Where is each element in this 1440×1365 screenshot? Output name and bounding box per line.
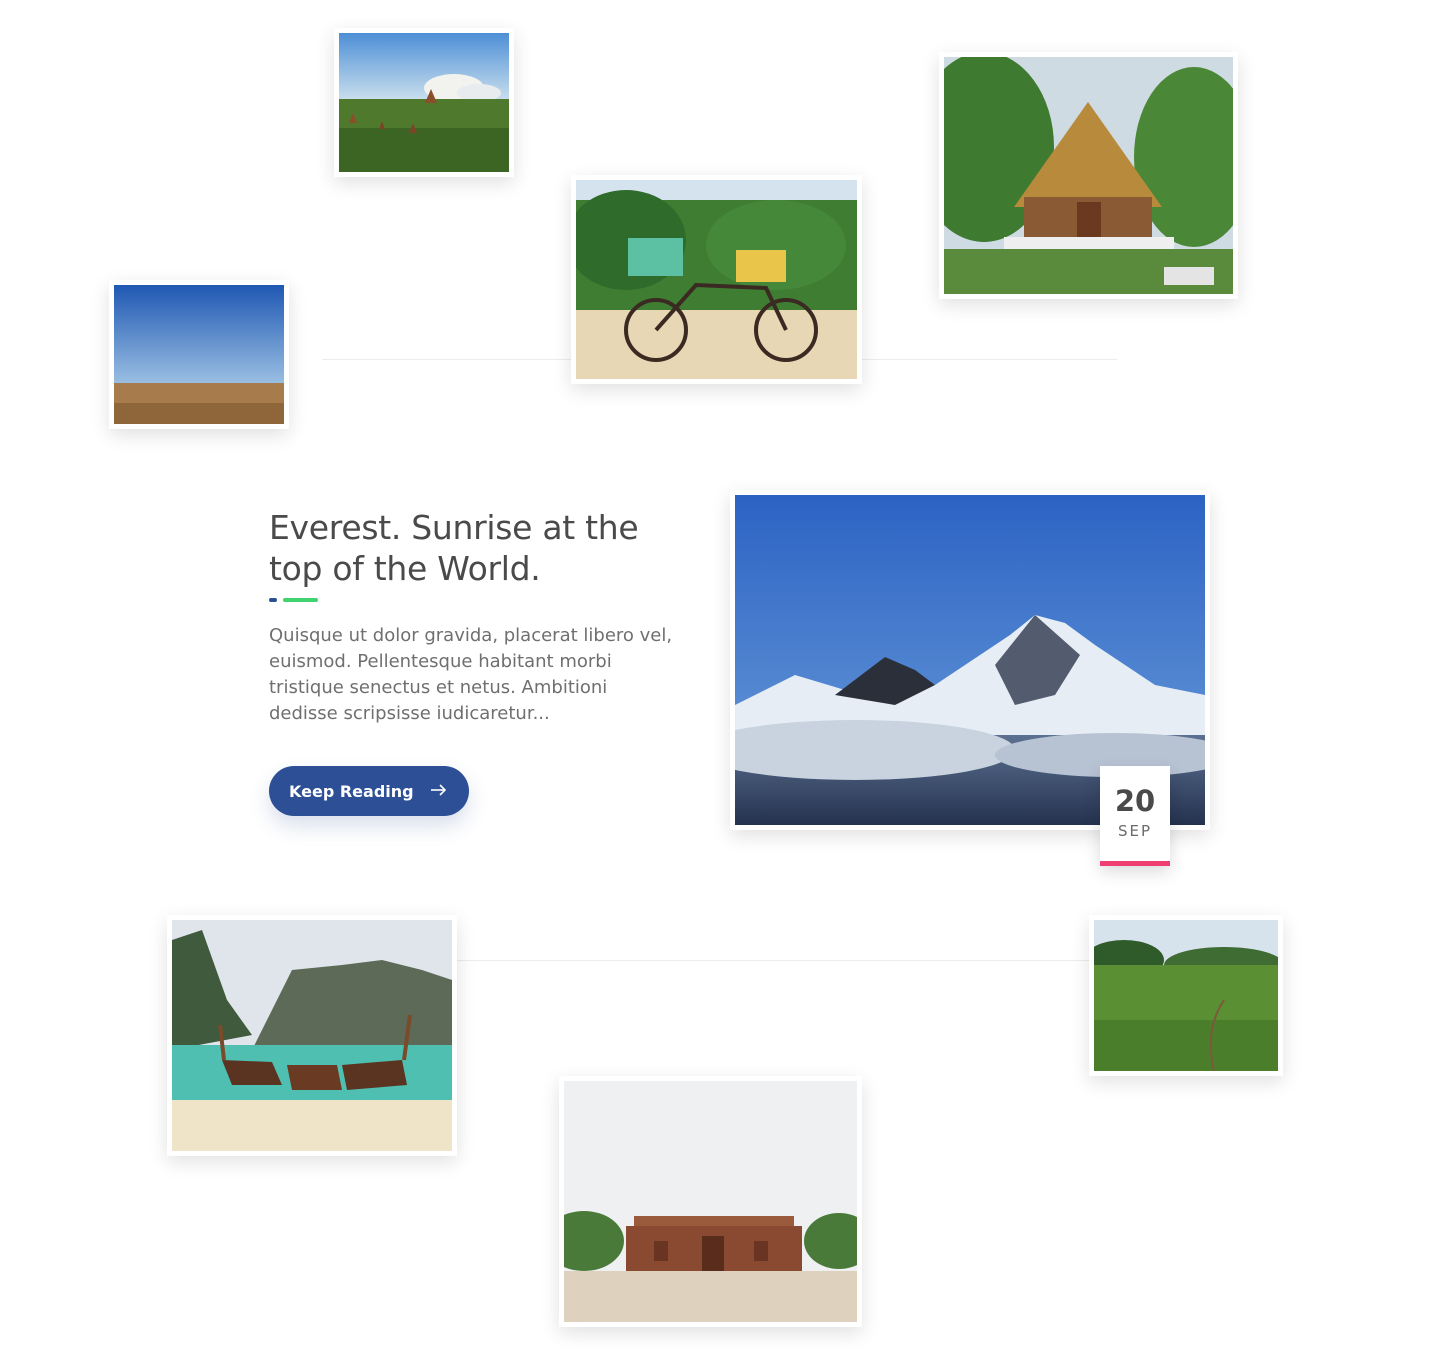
photo-desert[interactable] — [109, 280, 289, 429]
post-title: Everest. Sunrise at the top of the World… — [269, 508, 639, 588]
photo-beach-bicycle[interactable] — [571, 175, 862, 384]
date-accent-bar — [1100, 861, 1170, 866]
photo-red-fort[interactable] — [559, 1076, 862, 1327]
post-date-badge: 20 SEP — [1100, 766, 1170, 866]
date-month: SEP — [1117, 822, 1153, 840]
divider-line-bottom — [455, 960, 1091, 961]
photo-tea-plantation[interactable] — [1089, 915, 1283, 1076]
photo-longtail-boats[interactable] — [167, 915, 457, 1156]
date-day: 20 — [1114, 784, 1156, 818]
title-underline-dot — [269, 598, 277, 602]
keep-reading-button[interactable]: Keep Reading — [269, 766, 469, 816]
title-underline-bar — [283, 598, 318, 602]
arrow-right-icon — [431, 784, 447, 796]
post-excerpt: Quisque ut dolor gravida, placerat liber… — [269, 625, 673, 724]
keep-reading-label: Keep Reading — [289, 781, 414, 801]
photo-temple[interactable] — [939, 52, 1238, 299]
photo-pagoda-landscape[interactable] — [334, 28, 514, 177]
